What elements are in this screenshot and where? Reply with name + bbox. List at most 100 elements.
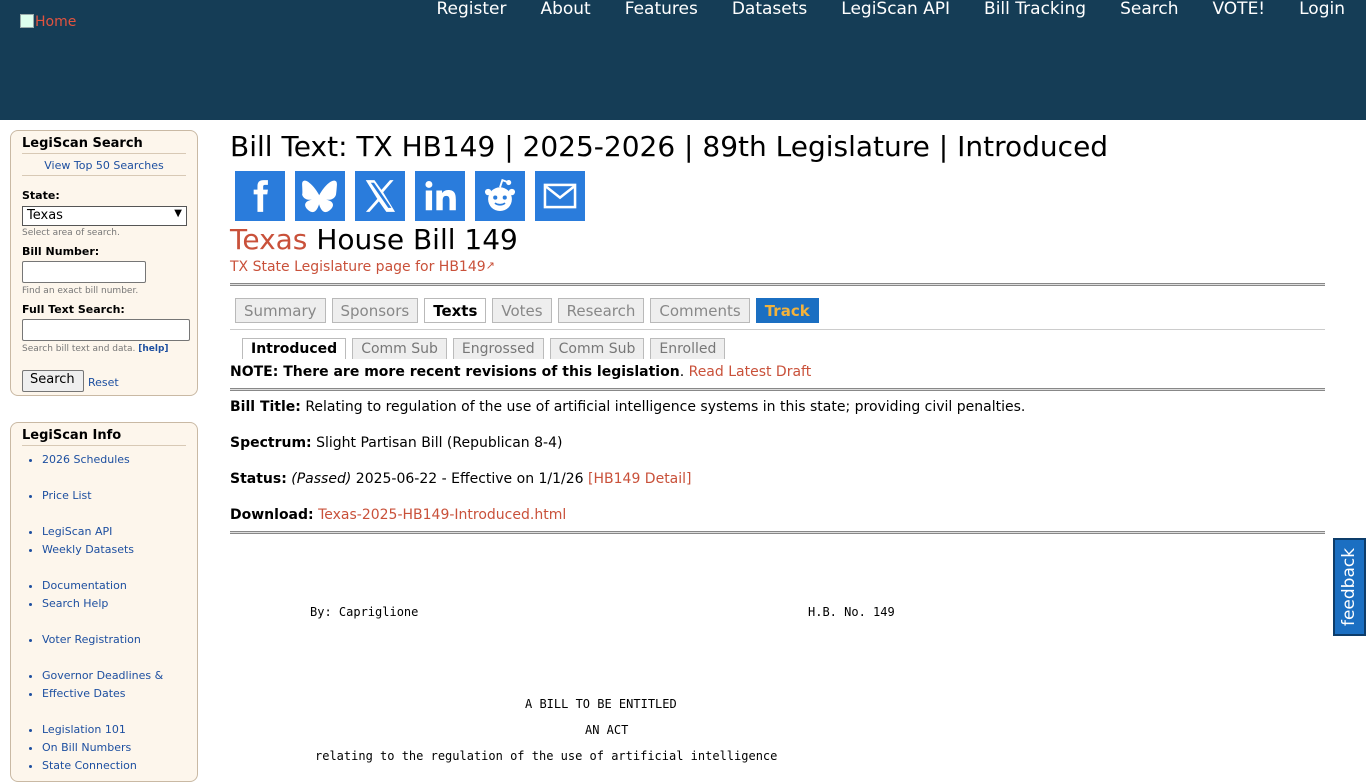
version-tab-comm-sub[interactable]: Comm Sub bbox=[352, 338, 447, 359]
info-link[interactable]: On Bill Numbers bbox=[42, 741, 131, 754]
status-value: 2025-06-22 - Effective on 1/1/26 bbox=[355, 471, 584, 487]
info-list-item: Voter Registration bbox=[42, 631, 163, 649]
info-link[interactable]: Price List bbox=[42, 489, 92, 502]
info-link[interactable]: Legislation 101 bbox=[42, 723, 126, 736]
status-label: Status: bbox=[230, 471, 287, 487]
revision-note: NOTE: There are more recent revisions of… bbox=[230, 364, 811, 380]
divider bbox=[230, 388, 1325, 391]
info-link[interactable]: 2026 Schedules bbox=[42, 453, 130, 466]
fulltext-input[interactable] bbox=[22, 319, 190, 341]
state-hint: Select area of search. bbox=[22, 228, 120, 238]
fulltext-label: Full Text Search: bbox=[22, 303, 125, 316]
home-logo-alt: Home bbox=[35, 14, 77, 30]
divider bbox=[230, 531, 1325, 534]
info-link[interactable]: Effective Dates bbox=[42, 687, 126, 700]
spectrum-field: Spectrum: Slight Partisan Bill (Republic… bbox=[230, 435, 562, 451]
nav-login[interactable]: Login bbox=[1265, 0, 1345, 18]
help-link[interactable]: [help] bbox=[138, 344, 168, 354]
chevron-down-icon: ▼ bbox=[174, 208, 182, 219]
state-legislature-link[interactable]: TX State Legislature page for HB149↗ bbox=[230, 259, 495, 275]
tab-research[interactable]: Research bbox=[557, 298, 645, 323]
info-link[interactable]: Search Help bbox=[42, 597, 108, 610]
tab-summary[interactable]: Summary bbox=[235, 298, 326, 323]
info-list-item: Effective Dates bbox=[42, 685, 163, 703]
info-list-item: State Connection bbox=[42, 757, 163, 775]
info-list-item: LegiScan API bbox=[42, 523, 163, 541]
fulltext-hint-text: Search bill text and data. bbox=[22, 344, 136, 354]
info-link[interactable]: State Connection bbox=[42, 759, 137, 772]
nav-legiscan-api[interactable]: LegiScan API bbox=[807, 0, 950, 18]
state-select-value: Texas bbox=[27, 208, 63, 223]
latest-draft-link[interactable]: Read Latest Draft bbox=[689, 364, 812, 380]
external-link-icon: ↗ bbox=[485, 259, 495, 272]
bill-detail-link[interactable]: [HB149 Detail] bbox=[588, 471, 691, 487]
bill-title-label: Bill Title: bbox=[230, 399, 301, 415]
version-tab-introduced[interactable]: Introduced bbox=[242, 338, 347, 359]
info-link[interactable]: Weekly Datasets bbox=[42, 543, 134, 556]
reset-link[interactable]: Reset bbox=[88, 376, 119, 389]
nav-datasets[interactable]: Datasets bbox=[698, 0, 807, 18]
status-passed: (Passed) bbox=[291, 471, 352, 487]
download-link[interactable]: Texas-2025-HB149-Introduced.html bbox=[318, 507, 566, 523]
linkedin-icon[interactable] bbox=[415, 171, 465, 221]
download-label: Download: bbox=[230, 507, 314, 523]
tab-sponsors[interactable]: Sponsors bbox=[331, 298, 419, 323]
home-logo[interactable]: Home bbox=[20, 14, 76, 30]
nav-about[interactable]: About bbox=[506, 0, 590, 18]
version-tab-comm-sub[interactable]: Comm Sub bbox=[549, 338, 645, 359]
info-list-item: On Bill Numbers bbox=[42, 739, 163, 757]
share-icons bbox=[235, 171, 585, 221]
site-header: Home Register About Features Datasets Le… bbox=[0, 0, 1366, 120]
page-title: Bill Text: TX HB149 | 2025-2026 | 89th L… bbox=[230, 130, 1109, 163]
text-version-tabs: Introduced Comm Sub Engrossed Comm Sub Enrol… bbox=[242, 338, 726, 359]
bill-text-author: By: Capriglione bbox=[310, 605, 419, 619]
version-tab-engrossed[interactable]: Engrossed bbox=[452, 338, 544, 359]
info-list-item: 2026 Schedules bbox=[42, 451, 163, 469]
info-link[interactable]: Voter Registration bbox=[42, 633, 141, 646]
spectrum-value: Slight Partisan Bill (Republican 8-4) bbox=[316, 435, 563, 451]
bill-text-relating: relating to the regulation of the use of… bbox=[315, 749, 778, 763]
divider bbox=[230, 283, 1325, 286]
info-box-title: LegiScan Info bbox=[22, 423, 186, 446]
nav-features[interactable]: Features bbox=[591, 0, 698, 18]
info-list-item: Governor Deadlines & bbox=[42, 667, 163, 685]
info-link[interactable]: Documentation bbox=[42, 579, 127, 592]
state-select[interactable]: Texas ▼ bbox=[22, 206, 187, 226]
info-link-list: 2026 Schedules Price List LegiScan API Week… bbox=[24, 451, 163, 775]
nav-search[interactable]: Search bbox=[1086, 0, 1178, 18]
bill-text-act: AN ACT bbox=[585, 723, 629, 737]
search-button[interactable]: Search bbox=[22, 370, 84, 392]
reddit-icon[interactable] bbox=[475, 171, 525, 221]
bill-title-value: Relating to regulation of the use of art… bbox=[305, 399, 1026, 415]
top-searches-link[interactable]: View Top 50 Searches bbox=[22, 159, 186, 176]
email-icon[interactable] bbox=[535, 171, 585, 221]
info-link[interactable]: Governor Deadlines & bbox=[42, 669, 163, 682]
tab-texts[interactable]: Texts bbox=[424, 298, 487, 323]
info-link[interactable]: LegiScan API bbox=[42, 525, 112, 538]
nav-bill-tracking[interactable]: Bill Tracking bbox=[950, 0, 1086, 18]
fulltext-hint: Search bill text and data. [help] bbox=[22, 344, 169, 354]
version-tab-enrolled[interactable]: Enrolled bbox=[650, 338, 726, 359]
state-legislature-link-text: TX State Legislature page for HB149 bbox=[230, 259, 486, 275]
facebook-icon[interactable] bbox=[235, 171, 285, 221]
bill-number-label: Bill Number: bbox=[22, 245, 100, 258]
x-icon[interactable] bbox=[355, 171, 405, 221]
search-box-title: LegiScan Search bbox=[22, 131, 186, 154]
legiscan-info-box: LegiScan Info 2026 Schedules Price List Le… bbox=[10, 422, 198, 782]
info-list-item: Documentation bbox=[42, 577, 163, 595]
info-list-item: Legislation 101 bbox=[42, 721, 163, 739]
bill-state[interactable]: Texas bbox=[230, 223, 307, 256]
tab-votes[interactable]: Votes bbox=[492, 298, 552, 323]
bill-number-input[interactable] bbox=[22, 261, 146, 283]
bill-name: House Bill 149 bbox=[316, 223, 518, 256]
tab-track[interactable]: Track bbox=[755, 298, 819, 323]
bill-tabs: Summary Sponsors Texts Votes Research Comment… bbox=[235, 298, 819, 323]
state-label: State: bbox=[22, 189, 60, 202]
bluesky-icon[interactable] bbox=[295, 171, 345, 221]
feedback-tab[interactable]: feedback bbox=[1333, 538, 1366, 636]
tab-comments[interactable]: Comments bbox=[650, 298, 750, 323]
nav-vote[interactable]: VOTE! bbox=[1178, 0, 1265, 18]
top-nav: Register About Features Datasets LegiSca… bbox=[402, 0, 1345, 18]
status-field: Status: (Passed) 2025-06-22 - Effective … bbox=[230, 471, 692, 487]
nav-register[interactable]: Register bbox=[402, 0, 506, 18]
